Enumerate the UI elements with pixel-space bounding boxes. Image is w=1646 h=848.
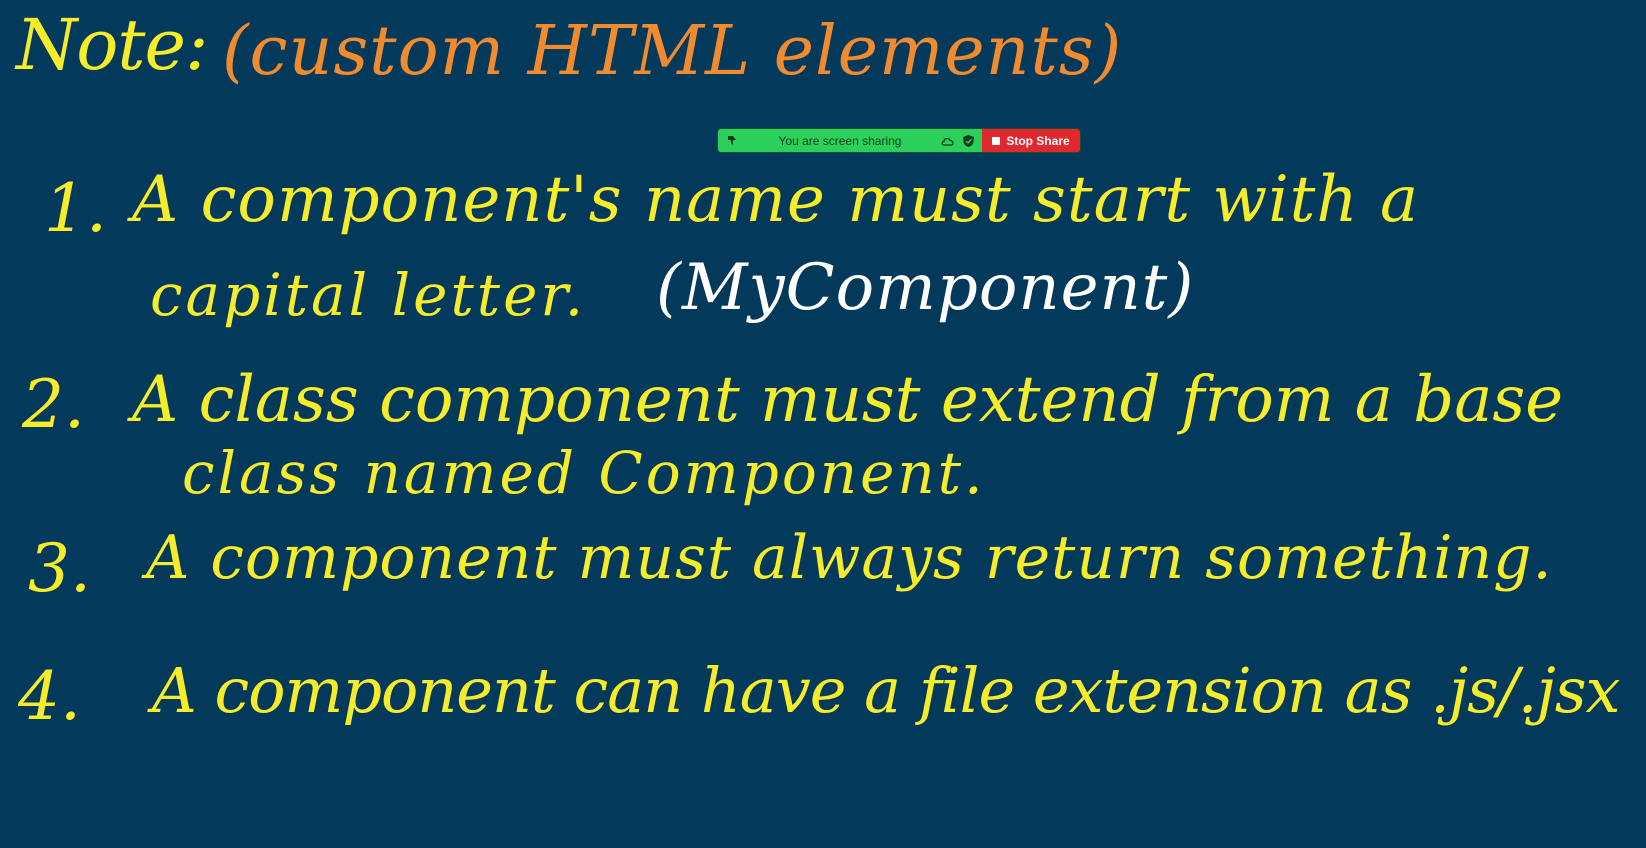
share-status-area[interactable]: You are screen sharing: [718, 129, 982, 152]
shield-check-icon[interactable]: [960, 133, 976, 149]
pin-icon[interactable]: [724, 133, 740, 149]
whiteboard-canvas: Note: (custom HTML elements) 1. A compon…: [0, 0, 1646, 848]
item-number-4: 4.: [18, 658, 81, 735]
note-heading: (custom HTML elements): [222, 12, 1123, 91]
item-1-example: (MyComponent): [656, 251, 1195, 325]
item-1-line-2: capital letter.: [150, 261, 587, 329]
item-number-1: 1.: [44, 170, 107, 247]
item-4-line-1: A component can have a file extension as…: [152, 654, 1620, 727]
item-2-line-1: A class component must extend from a bas…: [132, 363, 1564, 437]
item-2-line-2: class named Component.: [182, 439, 986, 507]
item-3-line-1: A component must always return something…: [146, 523, 1553, 593]
share-status-text: You are screen sharing: [778, 133, 902, 148]
item-1-line-1: A component's name must start with a: [132, 163, 1420, 237]
note-label: Note:: [16, 4, 209, 86]
stop-share-label: Stop Share: [1006, 133, 1070, 148]
stop-share-button[interactable]: Stop Share: [982, 129, 1080, 152]
stop-square-icon: [992, 136, 1001, 145]
item-number-2: 2.: [22, 366, 85, 443]
screen-share-bar: You are screen sharing Stop Share: [717, 128, 1081, 153]
item-number-3: 3.: [28, 530, 91, 607]
cloud-icon[interactable]: [940, 133, 956, 149]
